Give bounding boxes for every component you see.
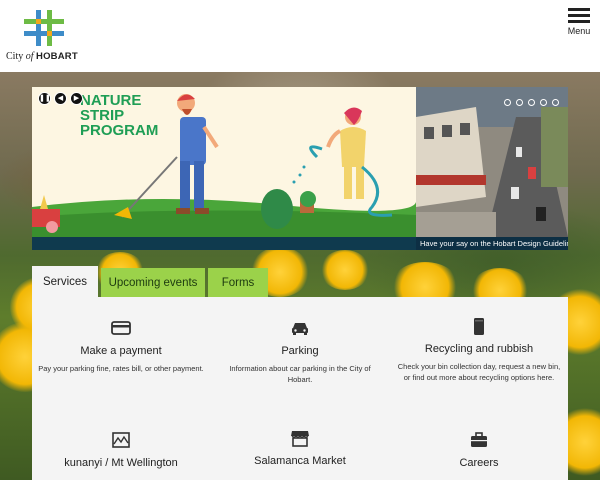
carousel-dot[interactable] (528, 99, 535, 106)
menu-label: Menu (567, 26, 591, 36)
services-panel: Make a payment Pay your parking fine, ra… (32, 297, 568, 480)
logo-hobart: HOBART (36, 51, 78, 62)
slide-nature-strip[interactable]: NATURE STRIP PROGRAM ❚❚ ◀ ▶ (32, 87, 416, 237)
carousel-dots (504, 93, 564, 111)
menu-button[interactable]: Menu (562, 8, 596, 36)
carousel-dot[interactable] (552, 99, 559, 106)
bin-icon (474, 318, 484, 335)
hobart-logo-icon (24, 10, 64, 46)
carousel-dot[interactable] (540, 99, 547, 106)
service-title: Careers (459, 457, 499, 469)
daffodil (320, 250, 370, 290)
slide-caption-bar (32, 237, 416, 250)
slide-title-line: STRIP (80, 107, 125, 124)
logo-city: City (6, 51, 24, 62)
service-card-recycling-and-rubbish[interactable]: Recycling and rubbish Check your bin col… (390, 315, 568, 383)
carousel-dot[interactable] (504, 99, 511, 106)
service-title: Salamanca Market (254, 455, 346, 467)
service-description: Check your bin collection day, request a… (397, 362, 561, 382)
service-description: Information about car parking in the Cit… (229, 364, 371, 384)
hero-carousel: NATURE STRIP PROGRAM ❚❚ ◀ ▶ Have your sa… (32, 87, 568, 250)
service-card-salamanca-market[interactable]: Salamanca Market (211, 427, 389, 467)
market-stall-icon (291, 431, 309, 447)
site-header: City of HOBART Menu (0, 0, 600, 72)
logo-wordmark: City of HOBART (6, 51, 86, 62)
service-card-careers[interactable]: Careers (390, 429, 568, 469)
slide-title-line: PROGRAM (80, 122, 159, 139)
slide-title: NATURE STRIP PROGRAM (80, 93, 158, 138)
tab-upcoming-events[interactable]: Upcoming events (101, 268, 205, 298)
slide-caption[interactable]: Have your say on the Hobart Design Guide… (420, 239, 568, 248)
slide-design-guidelines[interactable]: Have your say on the Hobart Design Guide… (416, 87, 568, 250)
service-card-kunanyi-mt-wellington[interactable]: kunanyi / Mt Wellington (32, 429, 210, 469)
pause-icon[interactable]: ❚❚ (38, 92, 51, 105)
tab-services[interactable]: Services (32, 266, 98, 298)
credit-card-icon (111, 321, 131, 335)
mountain-map-icon (112, 432, 130, 448)
hamburger-icon (562, 8, 596, 23)
service-title: Parking (281, 345, 319, 357)
previous-icon[interactable]: ◀ (54, 92, 67, 105)
car-icon (292, 323, 308, 335)
logo-of: of (25, 51, 34, 62)
next-icon[interactable]: ▶ (70, 92, 83, 105)
briefcase-icon (471, 432, 487, 447)
service-title: Make a payment (80, 345, 162, 357)
service-card-parking[interactable]: Parking Information about car parking in… (211, 317, 389, 385)
service-title: kunanyi / Mt Wellington (64, 457, 178, 469)
carousel-dot[interactable] (516, 99, 523, 106)
service-card-make-a-payment[interactable]: Make a payment Pay your parking fine, ra… (32, 317, 210, 374)
slide-title-line: NATURE (80, 92, 142, 109)
service-title: Recycling and rubbish (424, 343, 534, 355)
tab-forms[interactable]: Forms (208, 268, 268, 298)
city-of-hobart-logo[interactable]: City of HOBART (6, 10, 82, 66)
service-description: Pay your parking fine, rates bill, or ot… (38, 364, 204, 373)
